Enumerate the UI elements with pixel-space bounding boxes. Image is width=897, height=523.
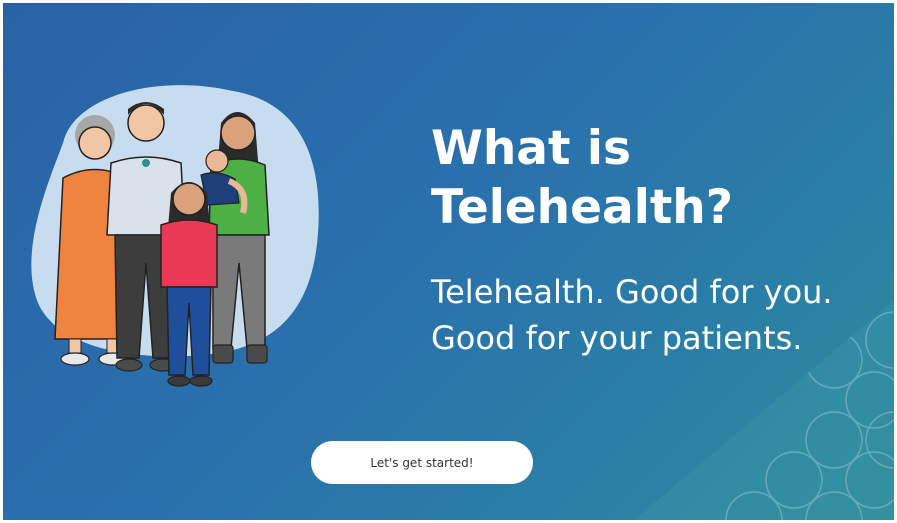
page-title: What is Telehealth?: [431, 119, 811, 237]
family-illustration: [31, 85, 319, 387]
welcome-screen: What is Telehealth? Telehealth. Good for…: [3, 3, 894, 520]
get-started-button[interactable]: Let's get started!: [311, 441, 533, 484]
tagline: Telehealth. Good for you. Good for your …: [431, 269, 891, 361]
title-line-2: Telehealth?: [431, 180, 734, 235]
tagline-line-2: Good for your patients.: [431, 319, 803, 357]
tagline-line-1: Telehealth. Good for you.: [431, 273, 833, 311]
title-line-1: What is: [431, 121, 631, 176]
